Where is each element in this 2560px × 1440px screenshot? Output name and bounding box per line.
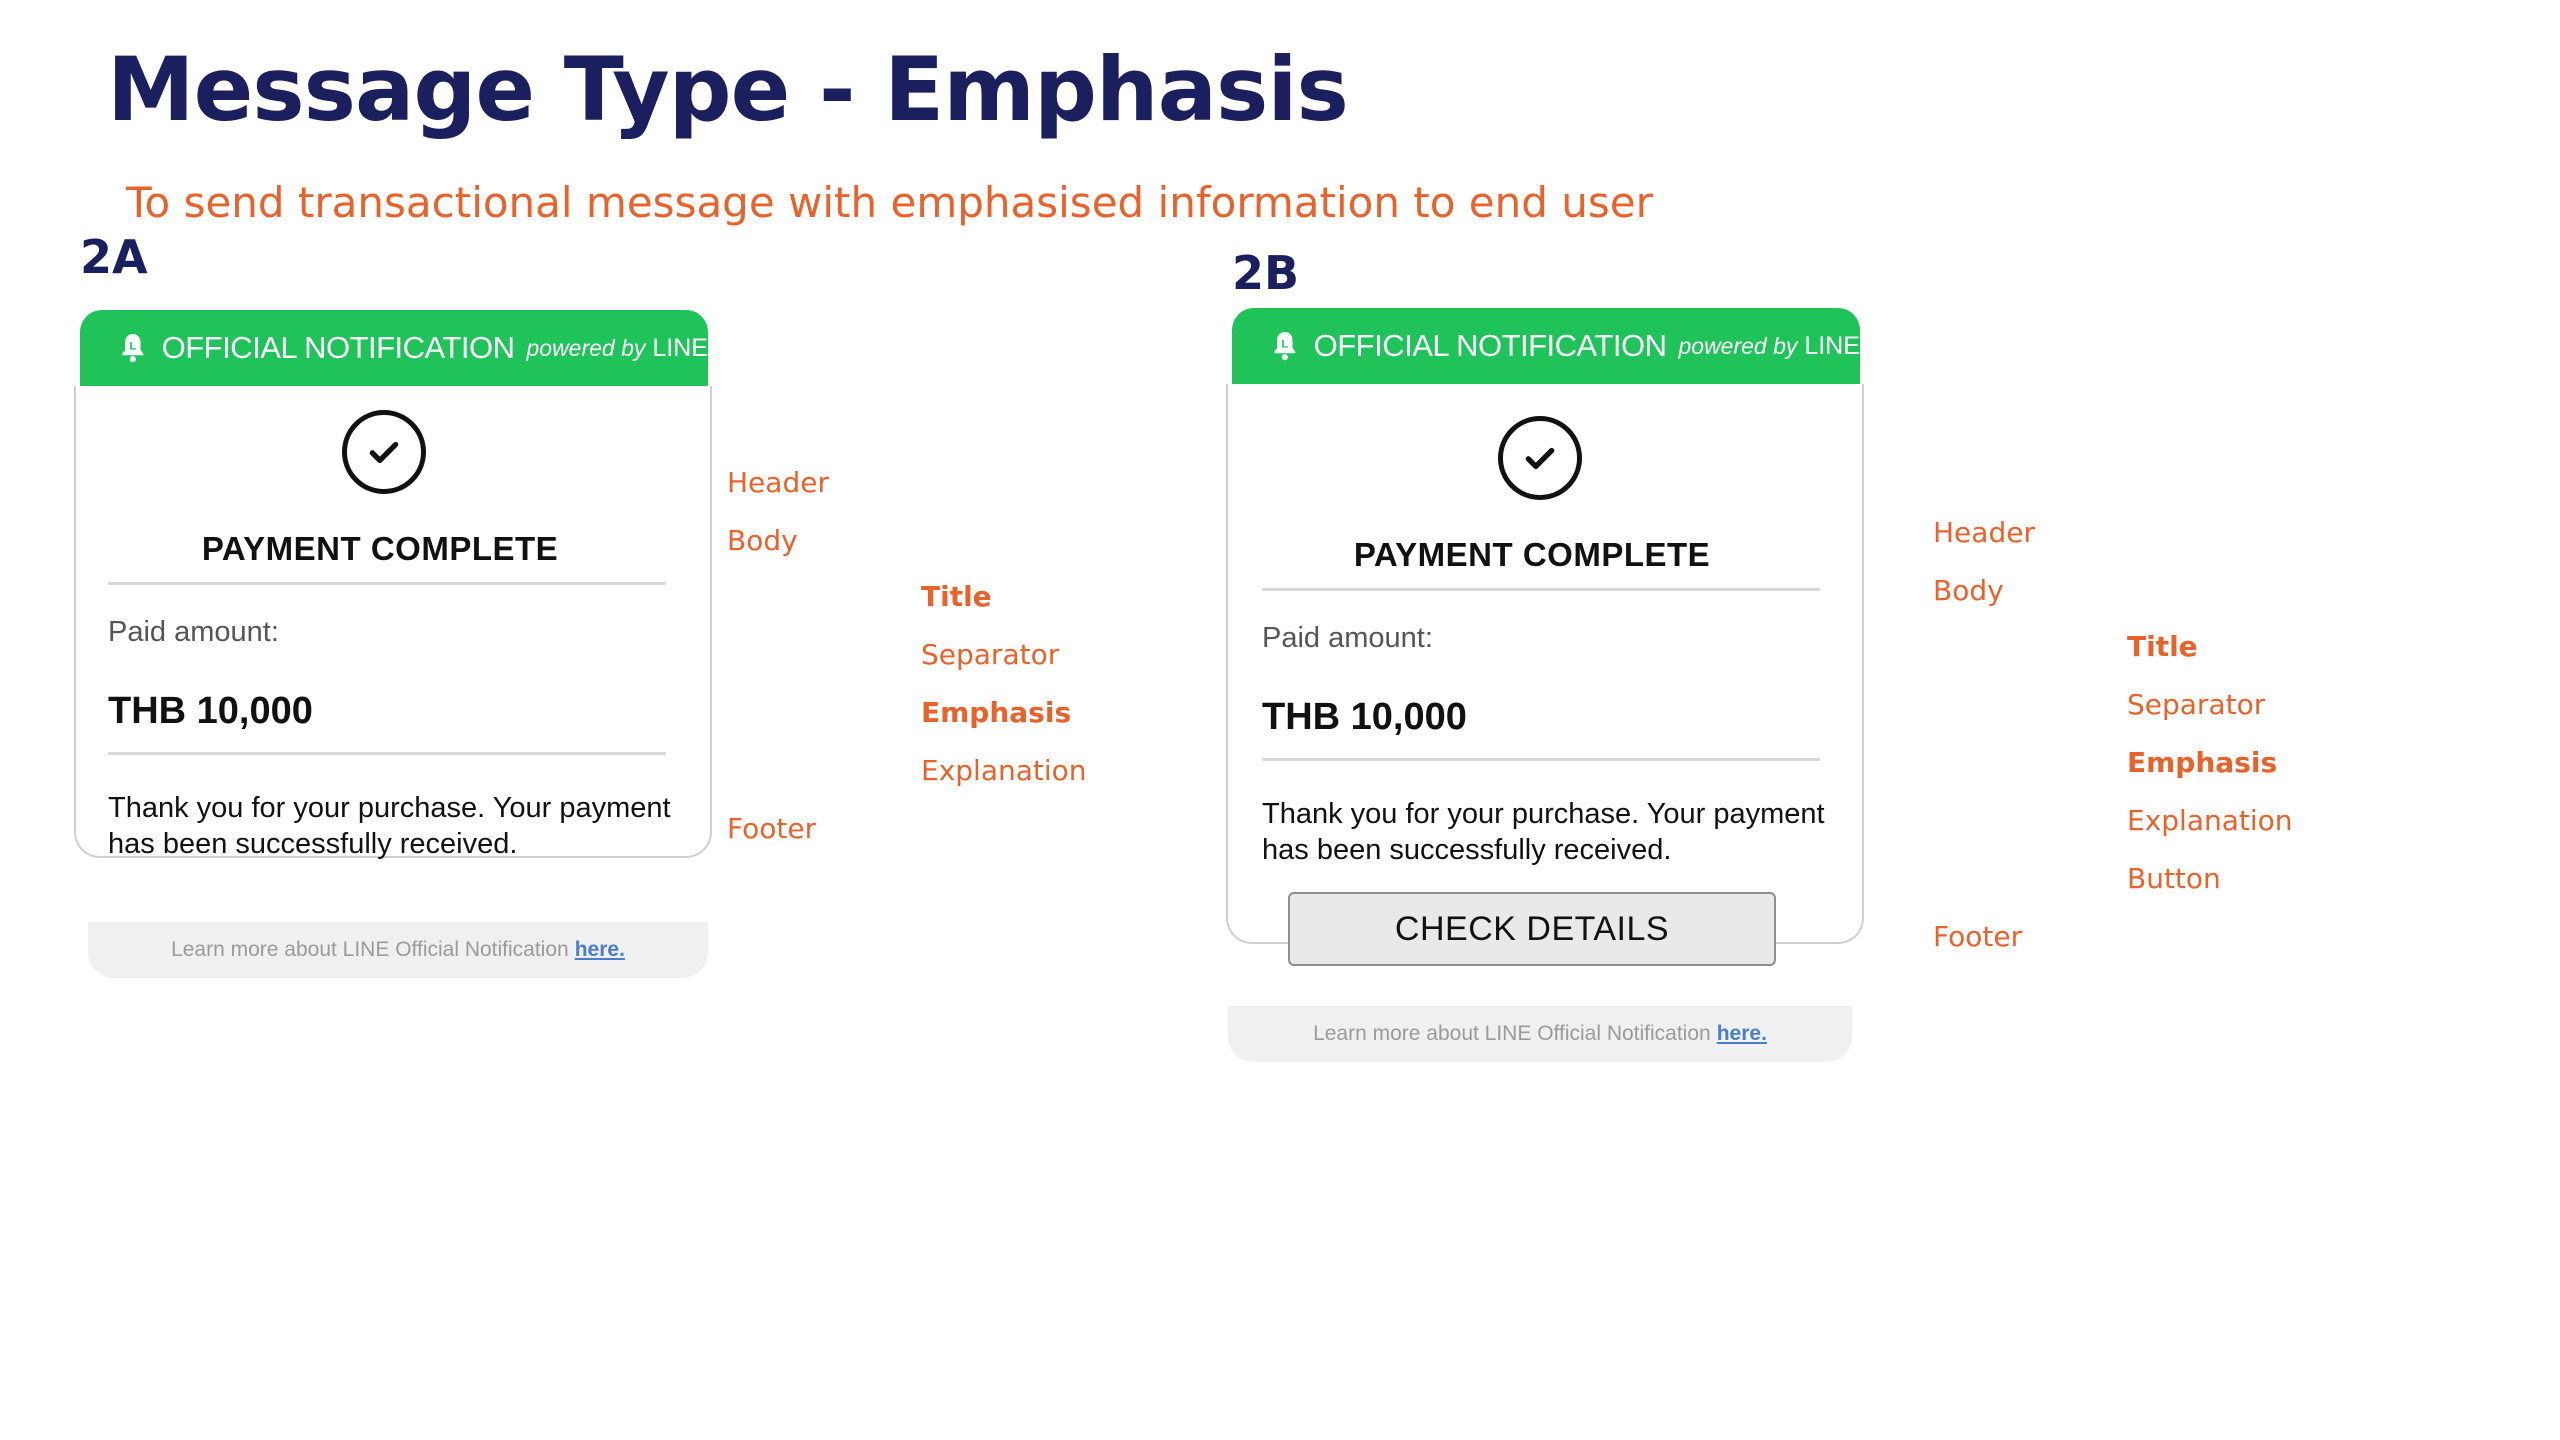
footer-link[interactable]: here. — [575, 938, 625, 962]
annotation-explanation-2b: Explanation — [2127, 804, 2293, 837]
paid-amount-label: Paid amount: — [108, 616, 279, 648]
annotation-emphasis-2b: Emphasis — [2127, 746, 2278, 779]
bell-icon: L — [1274, 332, 1296, 361]
annotation-body-2a: Body — [727, 524, 798, 557]
annotation-footer-2a: Footer — [727, 812, 817, 845]
header-brand: LINE — [1804, 331, 1860, 360]
annotation-emphasis-2a: Emphasis — [921, 696, 1072, 729]
explanation-text: Thank you for your purchase. Your paymen… — [1262, 798, 1825, 866]
annotation-button-2b: Button — [2127, 862, 2221, 895]
page-subtitle: To send transactional message with empha… — [126, 178, 1653, 227]
check-circle-icon — [1498, 416, 1582, 500]
emphasis-amount: THB 10,000 — [108, 690, 313, 732]
annotation-header-2b: Header — [1933, 516, 2035, 549]
notification-footer: Learn more about LINE Official Notificat… — [88, 922, 708, 978]
title-separator — [1262, 588, 1820, 591]
emphasis-amount: THB 10,000 — [1262, 696, 1467, 738]
variant-label-2a: 2A — [80, 230, 148, 284]
footer-text: Learn more about LINE Official Notificat… — [171, 938, 569, 961]
notification-footer: Learn more about LINE Official Notificat… — [1228, 1006, 1852, 1062]
title-separator — [108, 582, 666, 585]
annotation-header-2a: Header — [727, 466, 829, 499]
emphasis-separator — [1262, 758, 1820, 761]
notification-header: L OFFICIAL NOTIFICATION powered by LINE — [1232, 308, 1860, 384]
header-powered-by: powered by — [526, 334, 646, 361]
svg-text:L: L — [129, 340, 136, 352]
emphasis-separator — [108, 752, 666, 755]
annotation-separator-2b: Separator — [2127, 688, 2266, 721]
header-official-text: OFFICIAL NOTIFICATION — [161, 330, 515, 365]
message-title: PAYMENT COMPLETE — [201, 530, 559, 567]
annotation-body-2b: Body — [1933, 574, 2004, 607]
annotation-footer-2b: Footer — [1933, 920, 2023, 953]
footer-link[interactable]: here. — [1717, 1022, 1767, 1046]
footer-text: Learn more about LINE Official Notificat… — [1313, 1022, 1711, 1045]
check-circle-icon — [342, 410, 426, 494]
header-brand: LINE — [652, 333, 708, 362]
annotation-title-2b: Title — [2127, 630, 2198, 663]
bell-icon: L — [122, 334, 144, 363]
check-details-button[interactable]: CHECK DETAILS — [1288, 892, 1776, 966]
header-powered-by: powered by — [1678, 332, 1798, 359]
header-official-text: OFFICIAL NOTIFICATION — [1313, 328, 1667, 363]
explanation-text: Thank you for your purchase. Your paymen… — [108, 792, 671, 860]
annotation-explanation-2a: Explanation — [921, 754, 1087, 787]
annotation-title-2a: Title — [921, 580, 992, 613]
page-title: Message Type - Emphasis — [107, 38, 1349, 141]
svg-text:L: L — [1281, 338, 1288, 350]
paid-amount-label: Paid amount: — [1262, 622, 1433, 654]
annotation-separator-2a: Separator — [921, 638, 1060, 671]
variant-label-2b: 2B — [1232, 246, 1300, 300]
notification-header: L OFFICIAL NOTIFICATION powered by LINE — [80, 310, 708, 386]
message-title: PAYMENT COMPLETE — [1353, 536, 1711, 573]
